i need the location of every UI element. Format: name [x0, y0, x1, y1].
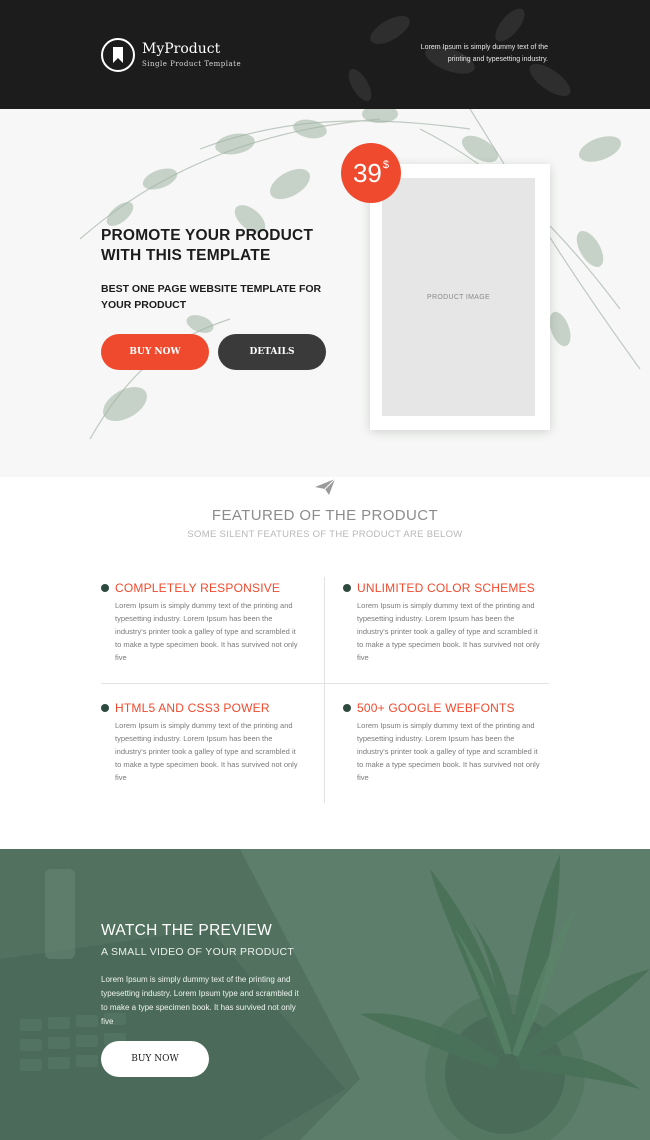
buy-now-button[interactable]: BUY NOW — [101, 334, 209, 370]
preview-section: WATCH THE PREVIEW A SMALL VIDEO OF YOUR … — [0, 849, 650, 1140]
hero-title: PROMOTE YOUR PRODUCT WITH THIS TEMPLATE — [101, 227, 314, 264]
price-currency: $ — [382, 159, 390, 171]
feature-title: 500+ GOOGLE WEBFONTS — [357, 701, 515, 715]
product-image-placeholder: PRODUCT IMAGE — [382, 178, 535, 416]
features-title: FEATURED OF THE PRODUCT — [211, 507, 439, 524]
features-subtitle: SOME SILENT FEATURES OF THE PRODUCT ARE … — [187, 529, 463, 540]
feature-item: COMPLETELY RESPONSIVE Lorem Ipsum is sim… — [101, 581, 301, 664]
preview-text: Lorem Ipsum is simply dummy text of the … — [101, 975, 299, 1026]
product-card: PRODUCT IMAGE — [370, 164, 550, 430]
hero-subtitle: BEST ONE PAGE WEBSITE TEMPLATE FOR YOUR … — [101, 283, 322, 311]
features-section: FEATURED OF THE PRODUCT SOME SILENT FEAT… — [0, 477, 650, 849]
hero-section: PROMOTE YOUR PRODUCT WITH THIS TEMPLATE … — [0, 109, 650, 477]
horizontal-divider — [101, 683, 549, 684]
bullet-icon — [343, 704, 351, 712]
preview-title: WATCH THE PREVIEW — [101, 922, 273, 939]
feature-title: HTML5 AND CSS3 POWER — [115, 701, 270, 715]
feature-item: UNLIMITED COLOR SCHEMES Lorem Ipsum is s… — [343, 581, 543, 664]
logo-subtitle: Single Product Template — [142, 60, 242, 68]
feature-text: Lorem Ipsum is simply dummy text of the … — [357, 721, 540, 782]
preview-buy-now-button[interactable]: BUY NOW — [101, 1041, 209, 1077]
logo-title: MyProduct — [142, 41, 221, 57]
details-button[interactable]: DETAILS — [218, 334, 326, 370]
bullet-icon — [101, 704, 109, 712]
preview-subtitle: A SMALL VIDEO OF YOUR PRODUCT — [101, 946, 295, 958]
price-value: 39 — [352, 158, 382, 188]
paper-plane-icon — [315, 478, 336, 495]
bullet-icon — [101, 584, 109, 592]
feature-text: Lorem Ipsum is simply dummy text of the … — [115, 721, 298, 782]
feature-title: UNLIMITED COLOR SCHEMES — [357, 581, 535, 595]
bookmark-icon — [101, 38, 135, 72]
site-header: MyProduct Single Product Template Lorem … — [0, 0, 650, 109]
bullet-icon — [343, 584, 351, 592]
feature-item: 500+ GOOGLE WEBFONTS Lorem Ipsum is simp… — [343, 701, 543, 784]
feature-text: Lorem Ipsum is simply dummy text of the … — [357, 601, 540, 662]
feature-title: COMPLETELY RESPONSIVE — [115, 581, 281, 595]
price-badge: 39 $ — [341, 143, 401, 203]
header-tagline: Lorem Ipsum is simply dummy text of the … — [420, 44, 548, 63]
vertical-divider — [324, 577, 325, 803]
laptop-plant-background — [0, 849, 650, 1140]
feature-item: HTML5 AND CSS3 POWER Lorem Ipsum is simp… — [101, 701, 301, 784]
feature-text: Lorem Ipsum is simply dummy text of the … — [115, 601, 298, 662]
logo[interactable]: MyProduct Single Product Template — [101, 38, 241, 72]
